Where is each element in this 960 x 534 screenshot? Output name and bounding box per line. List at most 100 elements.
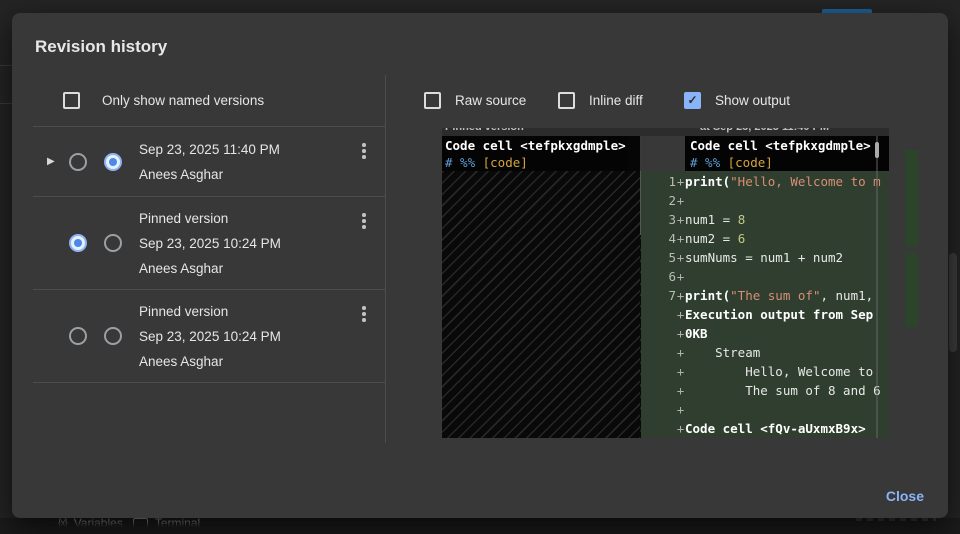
revision-history-dialog: Revision history Only show named version… xyxy=(12,13,948,518)
version-info: Sep 23, 2025 11:40 PMAnees Asghar xyxy=(139,137,355,187)
version-row: ▶ Sep 23, 2025 11:40 PMAnees Asghar xyxy=(33,127,385,197)
compare-to-radio[interactable] xyxy=(104,327,122,345)
expand-arrow-icon[interactable]: ▶ xyxy=(47,156,69,167)
background-bottom-bar: {x} Variables Terminal xyxy=(0,518,960,534)
old-cell-meta: # %% [code] xyxy=(445,154,528,172)
line-number: 5 xyxy=(641,249,676,267)
line-content: Code cell <fQv-aUxmxB9x> xyxy=(685,420,889,438)
diff-plus-sign: + xyxy=(676,211,685,229)
version-more-options-button[interactable] xyxy=(355,303,373,325)
diff-added-line: 4+num2 = 6 xyxy=(641,229,889,248)
option-label: Show output xyxy=(715,93,790,108)
line-content: print("The sum of", num1, xyxy=(685,287,889,305)
version-author: Anees Asghar xyxy=(139,256,355,281)
compare-from-radio[interactable] xyxy=(69,327,87,345)
diff-plus-sign: + xyxy=(676,420,685,438)
diff-scrolled-header: Pinned version at Sep 23, 2025 11:40 PM xyxy=(442,128,889,136)
line-content: num2 = 6 xyxy=(685,230,889,248)
version-date: Sep 23, 2025 10:24 PM xyxy=(139,324,355,349)
diff-minimap-added-segment xyxy=(905,150,918,247)
diff-added-block: 1+print("Hello, Welcome to m2+3+num1 = 8… xyxy=(641,171,889,438)
line-number: 4 xyxy=(641,230,676,248)
diff-added-line: 5+sumNums = num1 + num2 xyxy=(641,248,889,267)
diff-option-show-output: Show output xyxy=(684,91,790,109)
diff-removed-hatch xyxy=(442,171,640,438)
show-output-checkbox[interactable] xyxy=(684,92,701,109)
diff-added-line: 6+ xyxy=(641,267,889,286)
option-label: Inline diff xyxy=(589,93,643,108)
version-list-panel: Only show named versions ▶ Sep 23, 2025 1… xyxy=(33,75,385,383)
diff-added-line: 2+ xyxy=(641,191,889,210)
compare-from-radio[interactable] xyxy=(69,153,87,171)
diff-pane-old: Code cell <tefpkxgdmple> # %% [code] xyxy=(442,136,640,438)
diff-left-header-clipped: Pinned version xyxy=(445,128,524,133)
diff-plus-sign: + xyxy=(676,287,685,305)
named-versions-filter-row: Only show named versions xyxy=(33,75,385,127)
diff-plus-sign: + xyxy=(676,325,685,343)
version-date: Sep 23, 2025 11:40 PM xyxy=(139,137,355,162)
background-divider xyxy=(0,103,12,104)
diff-option-raw-source: Raw source xyxy=(424,91,526,109)
line-content: Execution output from Sep xyxy=(685,306,889,324)
version-author: Anees Asghar xyxy=(139,162,355,187)
line-content: Stream xyxy=(685,344,889,362)
diff-plus-sign: + xyxy=(676,344,685,362)
only-named-versions-checkbox[interactable] xyxy=(63,92,80,109)
diff-new-scrollbar-track xyxy=(876,136,878,438)
diff-option-inline-diff: Inline diff xyxy=(558,91,643,109)
diff-added-line: +Execution output from Sep xyxy=(641,305,889,324)
line-number: 3 xyxy=(641,211,676,229)
version-name: Pinned version xyxy=(139,206,355,231)
diff-plus-sign: + xyxy=(676,268,685,286)
raw-source-checkbox[interactable] xyxy=(424,92,441,109)
diff-added-line: +0KB xyxy=(641,324,889,343)
old-cell-title: Code cell <tefpkxgdmple> xyxy=(445,137,626,155)
option-label: Raw source xyxy=(455,93,526,108)
line-content: The sum of 8 and 6 xyxy=(685,382,889,400)
line-content: print("Hello, Welcome to m xyxy=(685,173,889,191)
diff-added-line: 3+num1 = 8 xyxy=(641,210,889,229)
diff-added-line: 7+print("The sum of", num1, xyxy=(641,286,889,305)
diff-pane-new: 1+print("Hello, Welcome to m2+3+num1 = 8… xyxy=(641,136,889,438)
compare-to-radio[interactable] xyxy=(104,153,122,171)
line-content: Hello, Welcome to xyxy=(685,363,889,381)
colab-page: {x} Variables Terminal Revision history … xyxy=(0,0,960,534)
diff-plus-sign: + xyxy=(676,173,685,191)
line-number: 6 xyxy=(641,268,676,286)
diff-added-line: +Code cell <fQv-aUxmxB9x> xyxy=(641,419,889,438)
diff-added-line: + Stream xyxy=(641,343,889,362)
version-name: Pinned version xyxy=(139,299,355,324)
panel-divider xyxy=(385,75,386,443)
diff-added-line: + xyxy=(641,400,889,419)
compare-from-radio[interactable] xyxy=(69,234,87,252)
only-named-versions-label: Only show named versions xyxy=(102,93,264,108)
diff-plus-sign: + xyxy=(676,230,685,248)
diff-added-line: + The sum of 8 and 6 xyxy=(641,381,889,400)
diff-minimap-added-segment xyxy=(905,253,918,327)
new-cell-meta: # %% [code] xyxy=(690,154,773,172)
version-info: Pinned versionSep 23, 2025 10:24 PMAnees… xyxy=(139,299,355,374)
version-more-options-button[interactable] xyxy=(355,210,373,232)
line-number: 2 xyxy=(641,192,676,210)
line-number: 7 xyxy=(641,287,676,305)
version-more-options-button[interactable] xyxy=(355,140,373,162)
diff-plus-sign: + xyxy=(676,306,685,324)
diff-plus-sign: + xyxy=(676,249,685,267)
line-content: 0KB xyxy=(685,325,889,343)
close-button[interactable]: Close xyxy=(882,486,928,506)
page-scrollbar-thumb[interactable] xyxy=(949,253,957,352)
diff-added-line: + Hello, Welcome to xyxy=(641,362,889,381)
version-row: Pinned versionSep 23, 2025 10:24 PMAnees… xyxy=(33,290,385,383)
diff-plus-sign: + xyxy=(676,363,685,381)
dialog-title: Revision history xyxy=(35,37,167,57)
bottom-bar-fade xyxy=(0,518,960,534)
diff-plus-sign: + xyxy=(676,401,685,419)
version-row: Pinned versionSep 23, 2025 10:24 PMAnees… xyxy=(33,197,385,290)
diff-right-header-clipped: at Sep 23, 2025 11:40 PM xyxy=(700,128,829,133)
line-number: 1 xyxy=(641,173,676,191)
inline-diff-checkbox[interactable] xyxy=(558,92,575,109)
compare-to-radio[interactable] xyxy=(104,234,122,252)
line-content: sumNums = num1 + num2 xyxy=(685,249,889,267)
diff-new-scrollbar-thumb[interactable] xyxy=(875,142,879,158)
new-cell-title: Code cell <tefpkxgdmple> xyxy=(690,137,871,155)
